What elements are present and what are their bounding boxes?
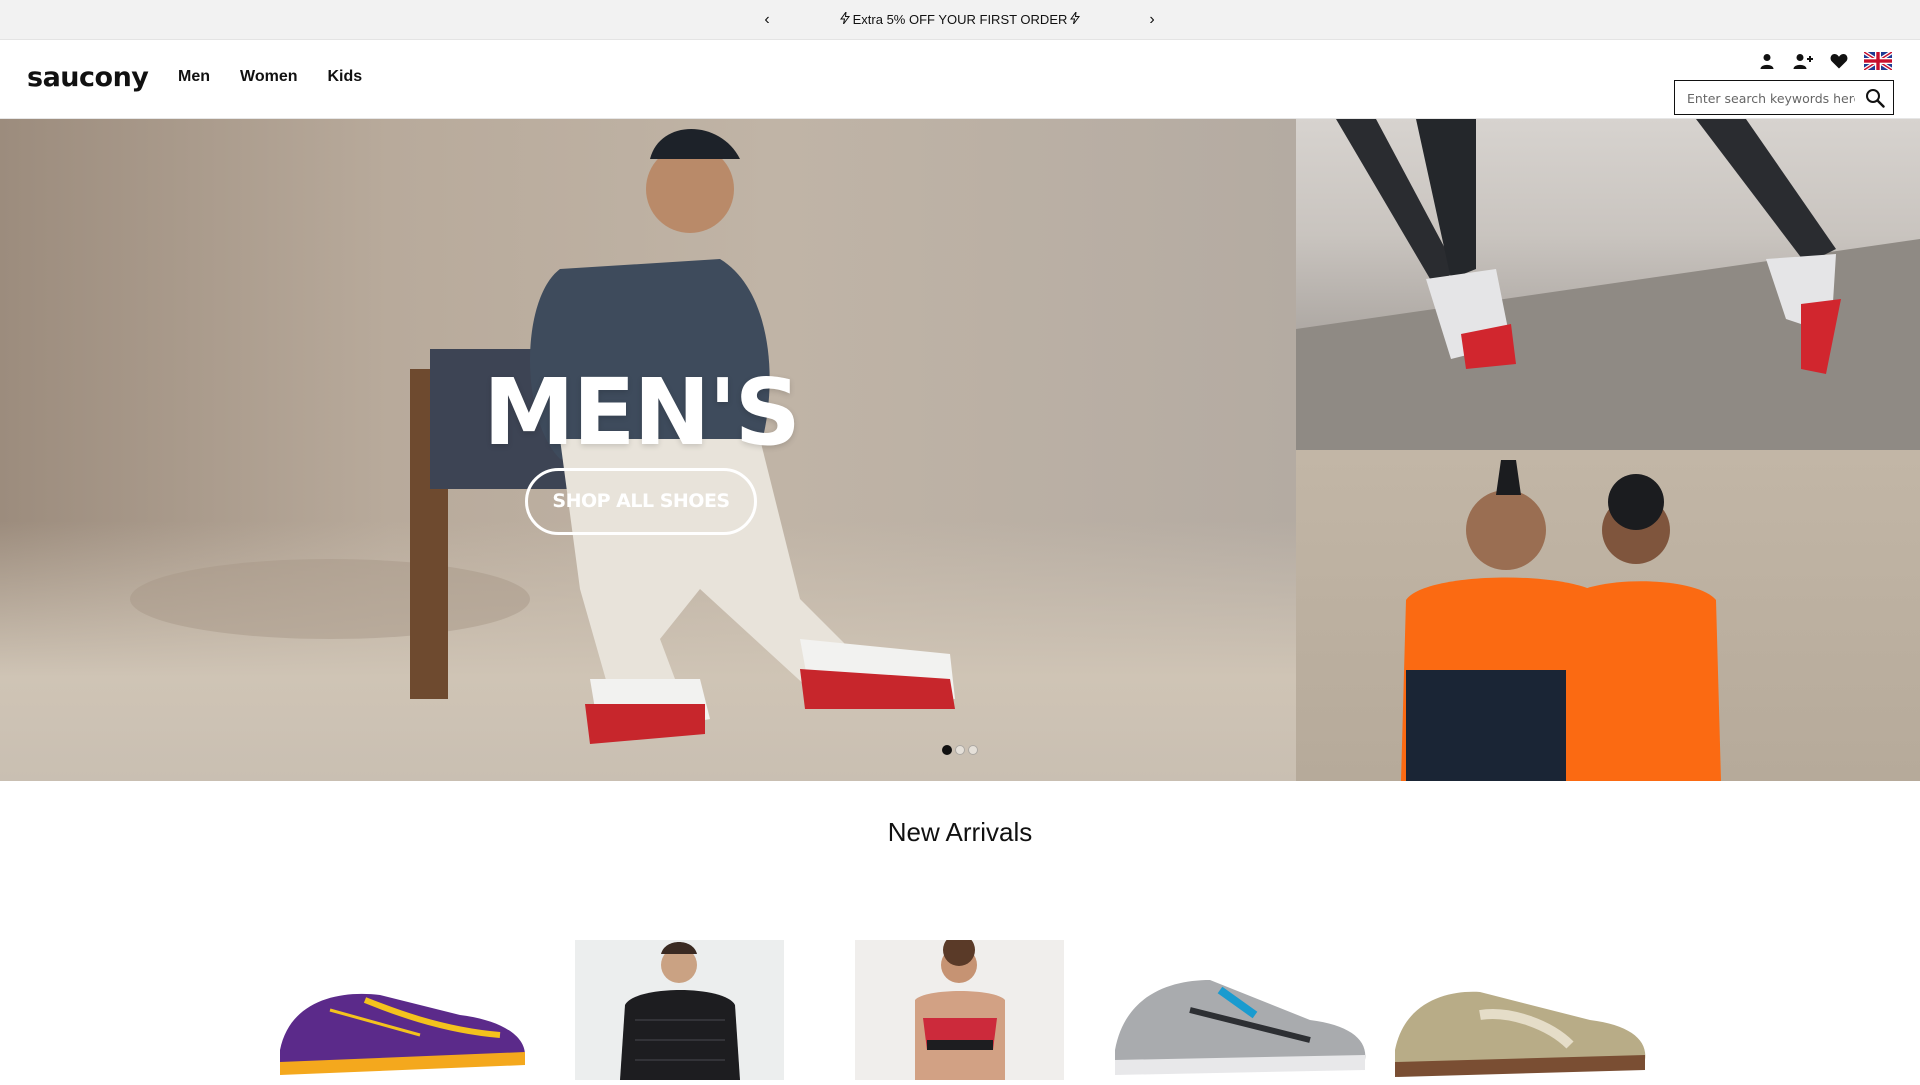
saucony-logo[interactable]: saucony [27,62,149,93]
carousel-dot-2[interactable] [955,745,965,755]
search-input[interactable] [1687,89,1855,107]
carousel-dots [942,745,978,755]
wishlist-heart-icon[interactable] [1828,50,1850,72]
nav-item-kids[interactable]: Kids [327,68,362,86]
promo-prev-arrow[interactable]: ‹ [757,8,777,32]
search-box [1674,80,1894,115]
search-icon[interactable] [1865,88,1885,108]
hero-title: MEN'S [483,359,801,466]
promo-text: Extra 5% OFF YOUR FIRST ORDER [852,12,1068,27]
promo-next-arrow[interactable]: › [1142,8,1162,32]
nav-item-women[interactable]: Women [240,68,297,86]
carousel-dot-1[interactable] [942,745,952,755]
shop-all-shoes-button[interactable]: SHOP ALL SHOES [525,468,757,535]
apparel-models-illustration [1401,460,1721,781]
product-card[interactable] [575,940,784,1080]
promo-tile-runners[interactable] [1296,119,1920,450]
carousel-dot-3[interactable] [968,745,978,755]
product-card[interactable] [1110,940,1370,1080]
hero-banner[interactable]: MEN'S SHOP ALL SHOES [0,119,1296,781]
grey-running-shoe-image [1115,980,1366,1075]
black-quilted-jacket-image [620,942,740,1080]
new-arrivals-title: New Arrivals [887,817,1033,847]
add-user-icon[interactable] [1792,50,1814,72]
lightning-icon [1070,0,1081,40]
main-nav: Men Women Kids [178,68,392,86]
promo-bar: ‹ Extra 5% OFF YOUR FIRST ORDER › [0,0,1920,40]
product-card[interactable] [1390,940,1650,1080]
tan-suede-sneaker-image [1395,991,1646,1077]
uk-flag-icon[interactable] [1864,50,1892,72]
product-card[interactable] [270,940,530,1080]
red-sports-bra-image [915,934,1005,1080]
runner-legs-illustration [1296,119,1920,450]
nav-item-men[interactable]: Men [178,68,210,86]
promo-tile-apparel[interactable] [1296,450,1920,781]
site-header: saucony Men Women Kids [0,40,1920,119]
lightning-icon [839,0,850,40]
promo-message[interactable]: Extra 5% OFF YOUR FIRST ORDER [800,0,1120,40]
product-carousel [270,934,1650,1080]
account-icon[interactable] [1756,50,1778,72]
product-card[interactable] [855,934,1064,1080]
header-icons [1756,49,1892,73]
purple-racing-shoe-image [280,993,525,1075]
